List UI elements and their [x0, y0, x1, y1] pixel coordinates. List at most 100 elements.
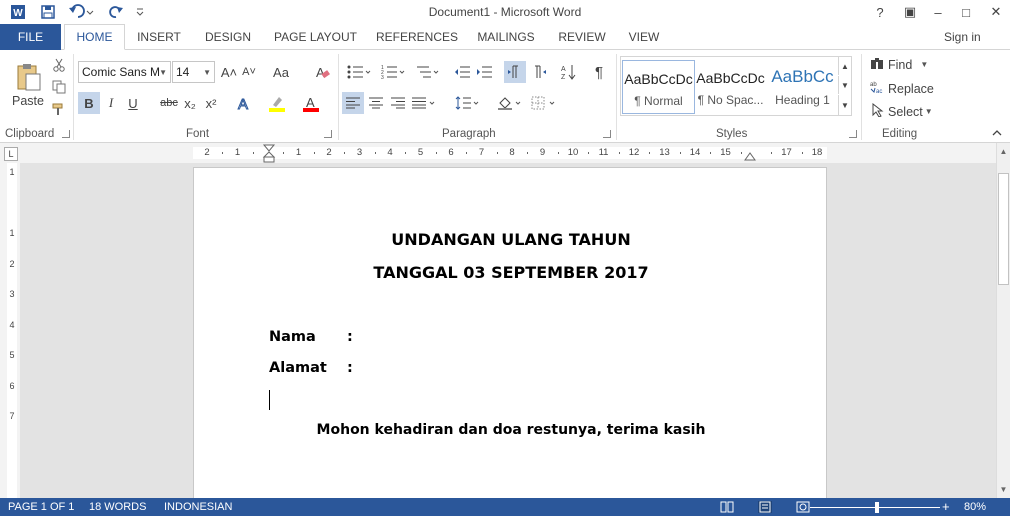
font-size-box[interactable]: 14 ▼ — [172, 61, 215, 83]
ruler-number: 5 — [417, 147, 424, 158]
vertical-ruler-number: 5 — [9, 350, 15, 360]
shading-icon[interactable] — [494, 92, 524, 114]
font-color-icon[interactable]: A — [300, 92, 322, 114]
close-button[interactable]: ✕ — [982, 1, 1010, 23]
tab-home[interactable]: HOME — [64, 24, 125, 50]
maximize-button[interactable]: □ — [952, 1, 980, 23]
chevron-down-icon: ▼ — [924, 107, 933, 116]
borders-icon[interactable] — [528, 92, 558, 114]
increase-indent-icon[interactable] — [474, 61, 494, 83]
vertical-ruler-number: 3 — [9, 289, 15, 299]
text-cursor — [269, 390, 270, 410]
minimize-button[interactable]: – — [924, 1, 952, 23]
align-center-icon[interactable] — [365, 92, 387, 114]
align-right-icon[interactable] — [387, 92, 409, 114]
styles-launcher-icon[interactable] — [849, 130, 857, 138]
rtl-direction-icon[interactable] — [528, 61, 550, 83]
align-left-icon[interactable] — [342, 92, 364, 114]
indent-marker-icon[interactable] — [262, 144, 276, 164]
collapse-ribbon-icon[interactable] — [990, 126, 1004, 140]
paste-button[interactable]: Paste — [8, 56, 48, 114]
copy-icon[interactable] — [50, 78, 68, 96]
vertical-ruler[interactable]: 1 1 2 3 4 5 6 7 — [0, 163, 20, 498]
tab-design[interactable]: DESIGN — [199, 24, 257, 50]
shrink-font-button[interactable]: A˅ — [240, 61, 258, 83]
sign-in-link[interactable]: Sign in — [944, 30, 981, 44]
subscript-button[interactable]: x₂ — [181, 92, 199, 114]
tab-insert[interactable]: INSERT — [131, 24, 187, 50]
justify-icon[interactable] — [409, 92, 439, 114]
ruler-number: 1 — [234, 147, 241, 158]
ruler-number: 9 — [539, 147, 546, 158]
replace-button[interactable]: ab ac Replace — [870, 80, 934, 97]
chevron-down-icon: ▼ — [203, 68, 211, 77]
show-marks-button[interactable]: ¶ — [588, 61, 610, 83]
field-label-alamat: Alamat — [269, 360, 327, 376]
bold-button[interactable]: B — [78, 92, 100, 114]
print-layout-icon[interactable] — [758, 501, 772, 513]
ribbon-display-button[interactable]: ▣ — [896, 1, 924, 23]
select-button[interactable]: Select ▼ — [870, 102, 933, 120]
tab-mailings[interactable]: MAILINGS — [470, 24, 542, 50]
chevron-down-icon: ▼ — [159, 68, 167, 77]
style-no-spacing[interactable]: AaBbCcDc ¶ No Spac... — [694, 60, 767, 114]
ruler-number: 3 — [356, 147, 363, 158]
document-page[interactable]: UNDANGAN ULANG TAHUN TANGGAL 03 SEPTEMBE… — [193, 167, 827, 498]
scroll-up-icon[interactable]: ▲ — [997, 145, 1010, 159]
underline-button[interactable]: U — [123, 92, 143, 114]
numbering-icon[interactable]: 123 — [378, 61, 408, 83]
page-count[interactable]: PAGE 1 OF 1 — [8, 501, 74, 513]
tab-review[interactable]: REVIEW — [552, 24, 612, 50]
highlight-color-icon[interactable] — [266, 92, 288, 114]
bullets-icon[interactable] — [344, 61, 374, 83]
change-case-button[interactable]: Aa — [268, 61, 294, 83]
group-separator — [338, 54, 339, 140]
tab-selector-icon[interactable]: L — [4, 147, 18, 161]
style-normal[interactable]: AaBbCcDc ¶ Normal — [622, 60, 695, 114]
horizontal-ruler[interactable]: 2 1 1 2 3 4 5 6 7 8 9 10 11 12 13 14 15 17 18 — [0, 143, 1010, 163]
zoom-in-button[interactable]: + — [942, 499, 950, 514]
language-indicator[interactable]: INDONESIAN — [164, 501, 232, 513]
vertical-ruler-number: 6 — [9, 380, 15, 391]
vertical-ruler-number: 7 — [9, 411, 15, 421]
scrollbar-thumb[interactable] — [998, 173, 1009, 285]
font-name-box[interactable]: Comic Sans M ▼ — [78, 61, 171, 83]
styles-group-label: Styles — [716, 128, 748, 140]
styles-scroll-down-icon[interactable]: ▼ — [838, 76, 851, 94]
superscript-button[interactable]: x² — [202, 92, 220, 114]
zoom-level[interactable]: 80% — [964, 501, 986, 513]
strikethrough-button[interactable]: abc — [158, 92, 180, 114]
ruler-number: 11 — [598, 147, 609, 158]
sort-icon[interactable]: AZ — [558, 61, 580, 83]
clipboard-launcher-icon[interactable] — [62, 130, 70, 138]
word-count[interactable]: 18 WORDS — [89, 501, 146, 513]
tab-references[interactable]: REFERENCES — [374, 24, 460, 50]
clear-formatting-icon[interactable]: A — [312, 61, 332, 83]
cut-icon[interactable] — [50, 56, 68, 74]
right-indent-marker-icon[interactable] — [744, 151, 756, 161]
decrease-indent-icon[interactable] — [452, 61, 472, 83]
multilevel-list-icon[interactable] — [412, 61, 442, 83]
tab-file[interactable]: FILE — [0, 24, 61, 50]
paragraph-launcher-icon[interactable] — [603, 130, 611, 138]
italic-button[interactable]: I — [101, 92, 121, 114]
ltr-direction-icon[interactable] — [504, 61, 526, 83]
font-launcher-icon[interactable] — [324, 130, 332, 138]
tab-view[interactable]: VIEW — [622, 24, 666, 50]
read-mode-icon[interactable] — [720, 501, 734, 513]
web-layout-icon[interactable] — [796, 501, 810, 513]
vertical-scrollbar[interactable]: ▲ ▼ — [996, 143, 1010, 498]
line-spacing-icon[interactable] — [452, 92, 482, 114]
styles-more-icon[interactable]: ▼ — [838, 95, 851, 115]
text-effects-icon[interactable]: A — [234, 92, 256, 114]
ruler-tick — [374, 152, 376, 154]
zoom-slider-thumb[interactable] — [875, 502, 879, 513]
find-button[interactable]: Find ▼ — [870, 56, 928, 73]
help-button[interactable]: ? — [866, 1, 894, 23]
format-painter-icon[interactable] — [50, 100, 68, 118]
style-heading-1[interactable]: AaBbCc Heading 1 — [766, 60, 839, 114]
tab-page-layout[interactable]: PAGE LAYOUT — [268, 24, 363, 50]
styles-scroll-up-icon[interactable]: ▲ — [838, 57, 851, 75]
scroll-down-icon[interactable]: ▼ — [997, 483, 1010, 497]
grow-font-button[interactable]: A˄ — [220, 61, 238, 83]
